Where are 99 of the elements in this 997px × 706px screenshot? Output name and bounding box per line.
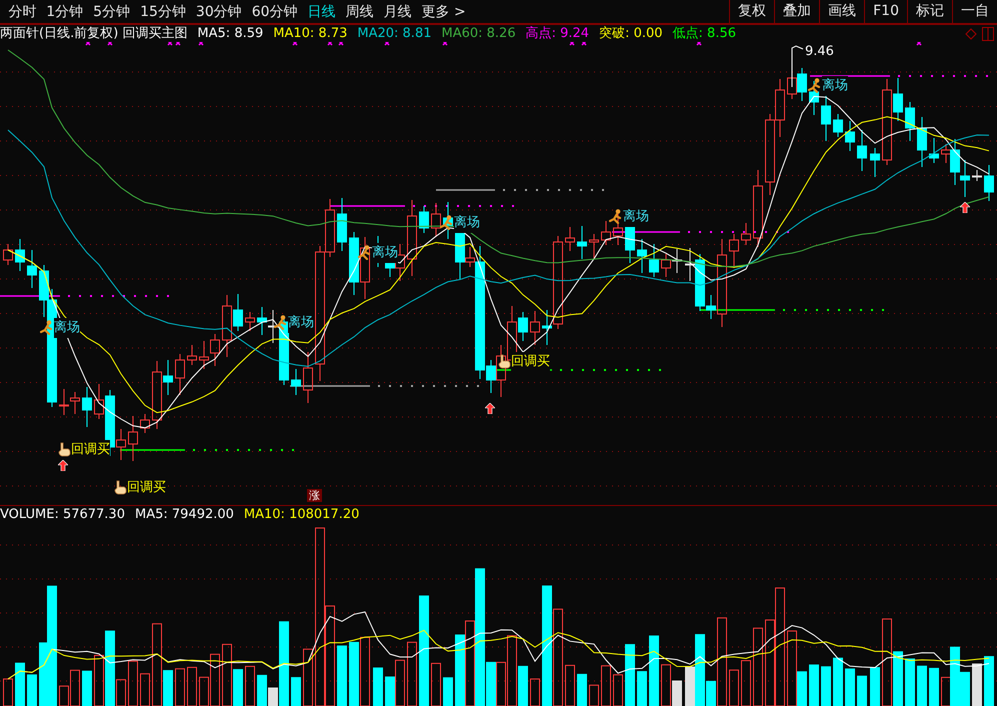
candlestick — [917, 116, 927, 168]
toolbar-button[interactable]: 画线 — [819, 0, 864, 23]
timeframe-tab[interactable]: 月线 — [378, 0, 417, 22]
candlestick — [3, 244, 13, 266]
candlestick — [661, 254, 671, 278]
timeframe-tab[interactable]: 日线 — [302, 0, 341, 22]
candlestick — [360, 236, 370, 300]
candlestick — [601, 220, 611, 246]
arrow-up-icon — [485, 403, 495, 414]
level-line — [120, 449, 185, 451]
timeframe-tab[interactable]: 5分钟 — [88, 0, 136, 22]
pointing-hand-icon — [497, 354, 511, 370]
diamond-icon[interactable] — [965, 28, 977, 40]
candlestick — [199, 340, 209, 370]
pointing-hand-icon — [113, 480, 127, 496]
candlestick — [291, 368, 301, 396]
candlestick — [349, 232, 359, 296]
candlestick — [929, 138, 939, 164]
candlestick — [565, 226, 575, 252]
candlestick — [257, 306, 267, 336]
candlestick — [589, 234, 599, 260]
indicator-value: MA20: 8.81 — [357, 25, 432, 42]
timeframe-tab[interactable]: 1分钟 — [41, 0, 88, 22]
candlestick — [729, 234, 739, 268]
candlestick — [637, 238, 647, 274]
running-person-icon — [440, 215, 454, 230]
candlestick — [175, 354, 185, 396]
candlestick — [303, 352, 313, 404]
arrow-up-icon — [58, 460, 68, 471]
candlestick — [857, 130, 867, 172]
panel-toggle-icon[interactable] — [982, 27, 994, 41]
toolbar-button[interactable]: 叠加 — [774, 0, 820, 23]
candlestick — [833, 114, 843, 138]
pointing-hand-icon — [57, 442, 71, 458]
indicator-value: MA10: 108017.20 — [244, 506, 360, 523]
timeframe-tab[interactable]: 分时 — [3, 0, 42, 22]
candlestick — [809, 80, 819, 116]
running-person-icon — [274, 315, 288, 330]
candlestick — [972, 170, 982, 182]
candlestick — [187, 344, 197, 366]
indicator-value: MA10: 8.73 — [273, 25, 348, 42]
candlestick — [672, 248, 682, 274]
arrow-up-icon — [960, 202, 970, 213]
candlestick — [530, 310, 540, 346]
candlestick — [870, 148, 880, 178]
timeframe-tab[interactable]: 30分钟 — [190, 0, 247, 22]
candlestick — [337, 198, 347, 252]
leader-line — [792, 45, 804, 88]
toolbar-button[interactable]: 复权 — [729, 0, 774, 23]
candlestick — [70, 392, 80, 414]
toolbar-button[interactable]: F10 — [864, 0, 907, 23]
indicator-value: 突破: 0.00 — [599, 25, 663, 42]
running-person-icon — [808, 78, 822, 94]
candlestick — [577, 226, 587, 260]
signal-label: 离场 — [372, 243, 398, 262]
candlestick — [419, 206, 429, 234]
candlestick — [210, 334, 220, 366]
candlestick — [613, 212, 623, 246]
candlestick — [797, 68, 807, 102]
candlestick — [245, 312, 255, 332]
signal-label: 离场 — [623, 207, 649, 226]
level-line — [436, 189, 495, 191]
indicator-value: 高点: 9.24 — [526, 25, 590, 42]
timeframe-tab[interactable]: 60分钟 — [246, 0, 303, 22]
signal-label: 离场 — [54, 318, 80, 338]
candlestick — [431, 202, 441, 238]
running-person-icon — [609, 209, 623, 224]
signal-label: 离场 — [288, 313, 314, 332]
price-label: 9.46 — [805, 44, 834, 59]
candlestick — [845, 120, 855, 152]
candlestick — [775, 78, 785, 138]
candlestick — [905, 102, 915, 142]
indicator-value: VOLUME: 57677.30 — [0, 506, 125, 523]
candlestick — [984, 164, 994, 202]
candlestick — [741, 222, 751, 246]
indicator-value: 低点: 8.56 — [672, 25, 736, 42]
signal-label: 离场 — [822, 76, 848, 96]
timeframe-tab[interactable]: 更多 > — [416, 0, 471, 22]
candlestick — [15, 238, 25, 272]
candlestick — [27, 250, 37, 288]
timeframe-tab[interactable]: 周线 — [340, 0, 379, 22]
candlestick — [82, 386, 92, 428]
indicator-value: MA5: 79492.00 — [134, 506, 234, 523]
candlestick — [128, 416, 138, 462]
signal-label: 回调买 — [511, 352, 550, 372]
candlestick — [649, 244, 659, 278]
running-person-icon — [358, 245, 372, 260]
chart-title: 两面针(日线.前复权) 回调买主图 — [0, 25, 188, 42]
signal-label: 离场 — [454, 213, 480, 232]
candlestick — [140, 414, 150, 434]
candlestick — [59, 388, 69, 416]
price-up-badge: 涨 — [307, 489, 322, 502]
candlestick — [960, 160, 970, 198]
toolbar-button[interactable]: 标记 — [907, 0, 952, 23]
indicator-value: MA60: 8.26 — [441, 25, 516, 42]
indicator-value: MA5: 8.59 — [197, 25, 264, 42]
toolbar-button[interactable]: 一自 — [952, 0, 997, 23]
timeframe-tab[interactable]: 15分钟 — [135, 0, 191, 22]
running-person-icon — [40, 320, 54, 336]
